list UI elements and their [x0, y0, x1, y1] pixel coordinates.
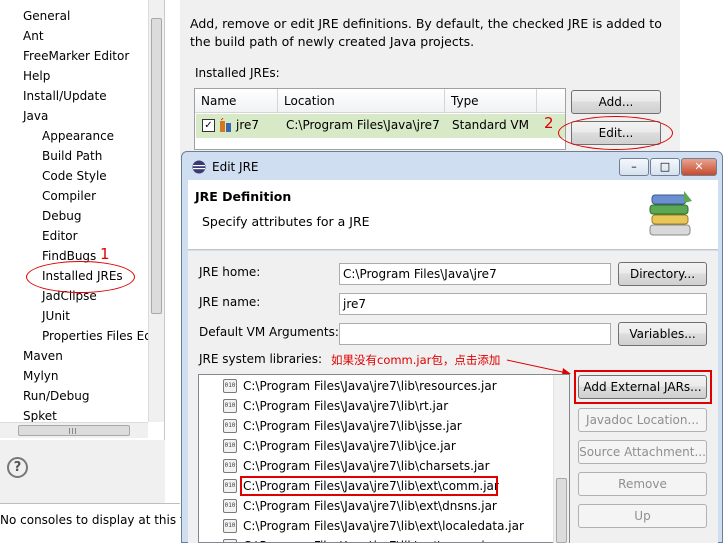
jar-icon: 010 [223, 499, 237, 513]
library-item[interactable]: 010 C:\Program Files\Java\jre7\lib\resour… [223, 376, 563, 396]
tree-item[interactable]: Editor [42, 228, 78, 246]
javadoc-location-button[interactable]: Javadoc Location... [578, 408, 707, 432]
console-view: No consoles to display at this ti [0, 503, 188, 543]
tree-item[interactable]: Ant [23, 28, 44, 46]
up-button[interactable]: Up [578, 504, 707, 528]
column-header-filler [537, 89, 565, 113]
library-path: C:\Program Files\Java\jre7\lib\ext\local… [243, 519, 524, 533]
page-description: Add, remove or edit JRE definitions. By … [190, 16, 662, 49]
library-path: C:\Program Files\Java\jre7\lib\jce.jar [243, 439, 456, 453]
annotation-step-1: 1 [100, 245, 110, 263]
variables-button[interactable]: Variables... [618, 322, 707, 346]
console-message: No consoles to display at this ti [0, 513, 188, 527]
library-path: C:\Program Files\Java\jre7\lib\charsets.… [243, 459, 490, 473]
eclipse-icon [192, 160, 206, 174]
jre-type-cell: Standard VM [452, 118, 529, 132]
jre-banner-icon [648, 189, 694, 239]
tree-item[interactable]: Java [23, 108, 48, 126]
jar-icon: 010 [223, 519, 237, 533]
tree-horizontal-scroll-thumb[interactable] [18, 425, 130, 436]
installed-jres-label: Installed JREs: [195, 66, 280, 80]
jre-name-label: JRE name: [199, 295, 261, 309]
jar-icon: 010 [223, 459, 237, 473]
installed-jres-table: Name Location Type ✓ jre7 C:\Program Fil… [194, 88, 566, 150]
tree-item[interactable]: Maven [23, 348, 63, 366]
jar-icon: 010 [223, 439, 237, 453]
jar-icon: 010 [223, 419, 237, 433]
annotation-highlight-add-jars [574, 370, 712, 404]
libraries-scroll-thumb[interactable] [556, 478, 567, 543]
annotation-step-2: 2 [544, 114, 554, 132]
jar-icon: 010 [223, 539, 237, 542]
system-libraries-label: JRE system libraries: [199, 352, 322, 366]
column-header-location[interactable]: Location [278, 89, 445, 113]
dialog-banner: JRE Definition Specify attributes for a … [188, 180, 718, 250]
minimize-button[interactable]: – [619, 158, 649, 176]
annotation-ellipse-installed-jres [26, 261, 135, 293]
library-item[interactable]: 010 C:\Program Files\Java\jre7\lib\jsse.j… [223, 416, 563, 436]
library-path: C:\Program Files\Java\jre7\lib\jsse.jar [243, 419, 462, 433]
tree-item[interactable]: JUnit [42, 308, 70, 326]
tree-item[interactable]: Code Style [42, 168, 107, 186]
annotation-ellipse-edit [558, 116, 673, 150]
jar-icon: 010 [223, 479, 237, 493]
library-item[interactable]: 010 C:\Program Files\Java\jre7\lib\ext\su… [223, 536, 563, 542]
library-item[interactable]: 010 C:\Program Files\Java\jre7\lib\jce.ja… [223, 436, 563, 456]
tree-item[interactable]: FreeMarker Editor [23, 48, 129, 66]
source-attachment-button[interactable]: Source Attachment... [578, 440, 707, 464]
directory-button[interactable]: Directory... [618, 262, 707, 286]
tree-item[interactable]: Debug [42, 208, 81, 226]
jar-icon: 010 [223, 399, 237, 413]
vm-arguments-field[interactable] [339, 323, 611, 345]
tree-item[interactable]: General [23, 8, 70, 26]
jre-checkbox[interactable]: ✓ [202, 119, 215, 132]
preferences-tree: General Ant FreeMarker Editor Help Install/U… [0, 0, 165, 440]
annotation-note: 如果没有comm.jar包，点击添加 [331, 353, 501, 367]
maximize-button[interactable]: □ [650, 158, 680, 176]
add-jre-button[interactable]: Add... [571, 90, 661, 114]
library-item[interactable]: 010 C:\Program Files\Java\jre7\lib\ext\co… [223, 476, 563, 496]
system-libraries-list: 010 C:\Program Files\Java\jre7\lib\resour… [198, 374, 570, 543]
tree-item[interactable]: Properties Files Ed [42, 328, 152, 346]
tree-item[interactable]: Help [23, 68, 50, 86]
library-item[interactable]: 010 C:\Program Files\Java\jre7\lib\ext\lo… [223, 516, 563, 536]
remove-button[interactable]: Remove [578, 472, 707, 496]
column-header-type[interactable]: Type [445, 89, 537, 113]
library-item[interactable]: 010 C:\Program Files\Java\jre7\lib\rt.jar [223, 396, 563, 416]
library-path: C:\Program Files\Java\jre7\lib\ext\sunec… [243, 536, 497, 542]
tree-item[interactable]: Appearance [42, 128, 114, 146]
jre-location-cell: C:\Program Files\Java\jre7 [286, 118, 440, 132]
section-subtitle: Specify attributes for a JRE [202, 214, 370, 229]
library-item[interactable]: 010 C:\Program Files\Java\jre7\lib\charse… [223, 456, 563, 476]
library-path: C:\Program Files\Java\jre7\lib\rt.jar [243, 399, 449, 413]
column-header-name[interactable]: Name [195, 89, 278, 113]
library-item[interactable]: 010 C:\Program Files\Java\jre7\lib\ext\dn… [223, 496, 563, 516]
help-icon[interactable]: ? [7, 457, 28, 478]
tree-item[interactable]: Build Path [42, 148, 102, 166]
tree-item[interactable]: Run/Debug [23, 388, 90, 406]
annotation-highlight-comm-jar [240, 476, 498, 496]
tree-item[interactable]: Mylyn [23, 368, 59, 386]
close-button[interactable]: ✕ [681, 158, 717, 176]
dialog-title: Edit JRE [212, 160, 259, 174]
jre-name-cell: jre7 [236, 118, 260, 132]
tree-vertical-scroll-thumb[interactable] [151, 18, 162, 314]
jar-icon: 010 [223, 379, 237, 393]
library-path: C:\Program Files\Java\jre7\lib\resources… [243, 379, 497, 393]
jre-name-field[interactable]: jre7 [339, 293, 707, 315]
jre-home-label: JRE home: [199, 265, 261, 279]
library-path: C:\Program Files\Java\jre7\lib\ext\dnsns… [243, 499, 497, 513]
tree-item[interactable]: Install/Update [23, 88, 107, 106]
vm-arguments-label: Default VM Arguments: [199, 325, 339, 339]
table-row[interactable]: ✓ jre7 C:\Program Files\Java\jre7 Standa… [196, 114, 565, 138]
section-title: JRE Definition [195, 189, 292, 204]
jre-library-icon [219, 116, 233, 134]
jre-home-field[interactable]: C:\Program Files\Java\jre7 [339, 263, 611, 285]
tree-item[interactable]: Compiler [42, 188, 96, 206]
